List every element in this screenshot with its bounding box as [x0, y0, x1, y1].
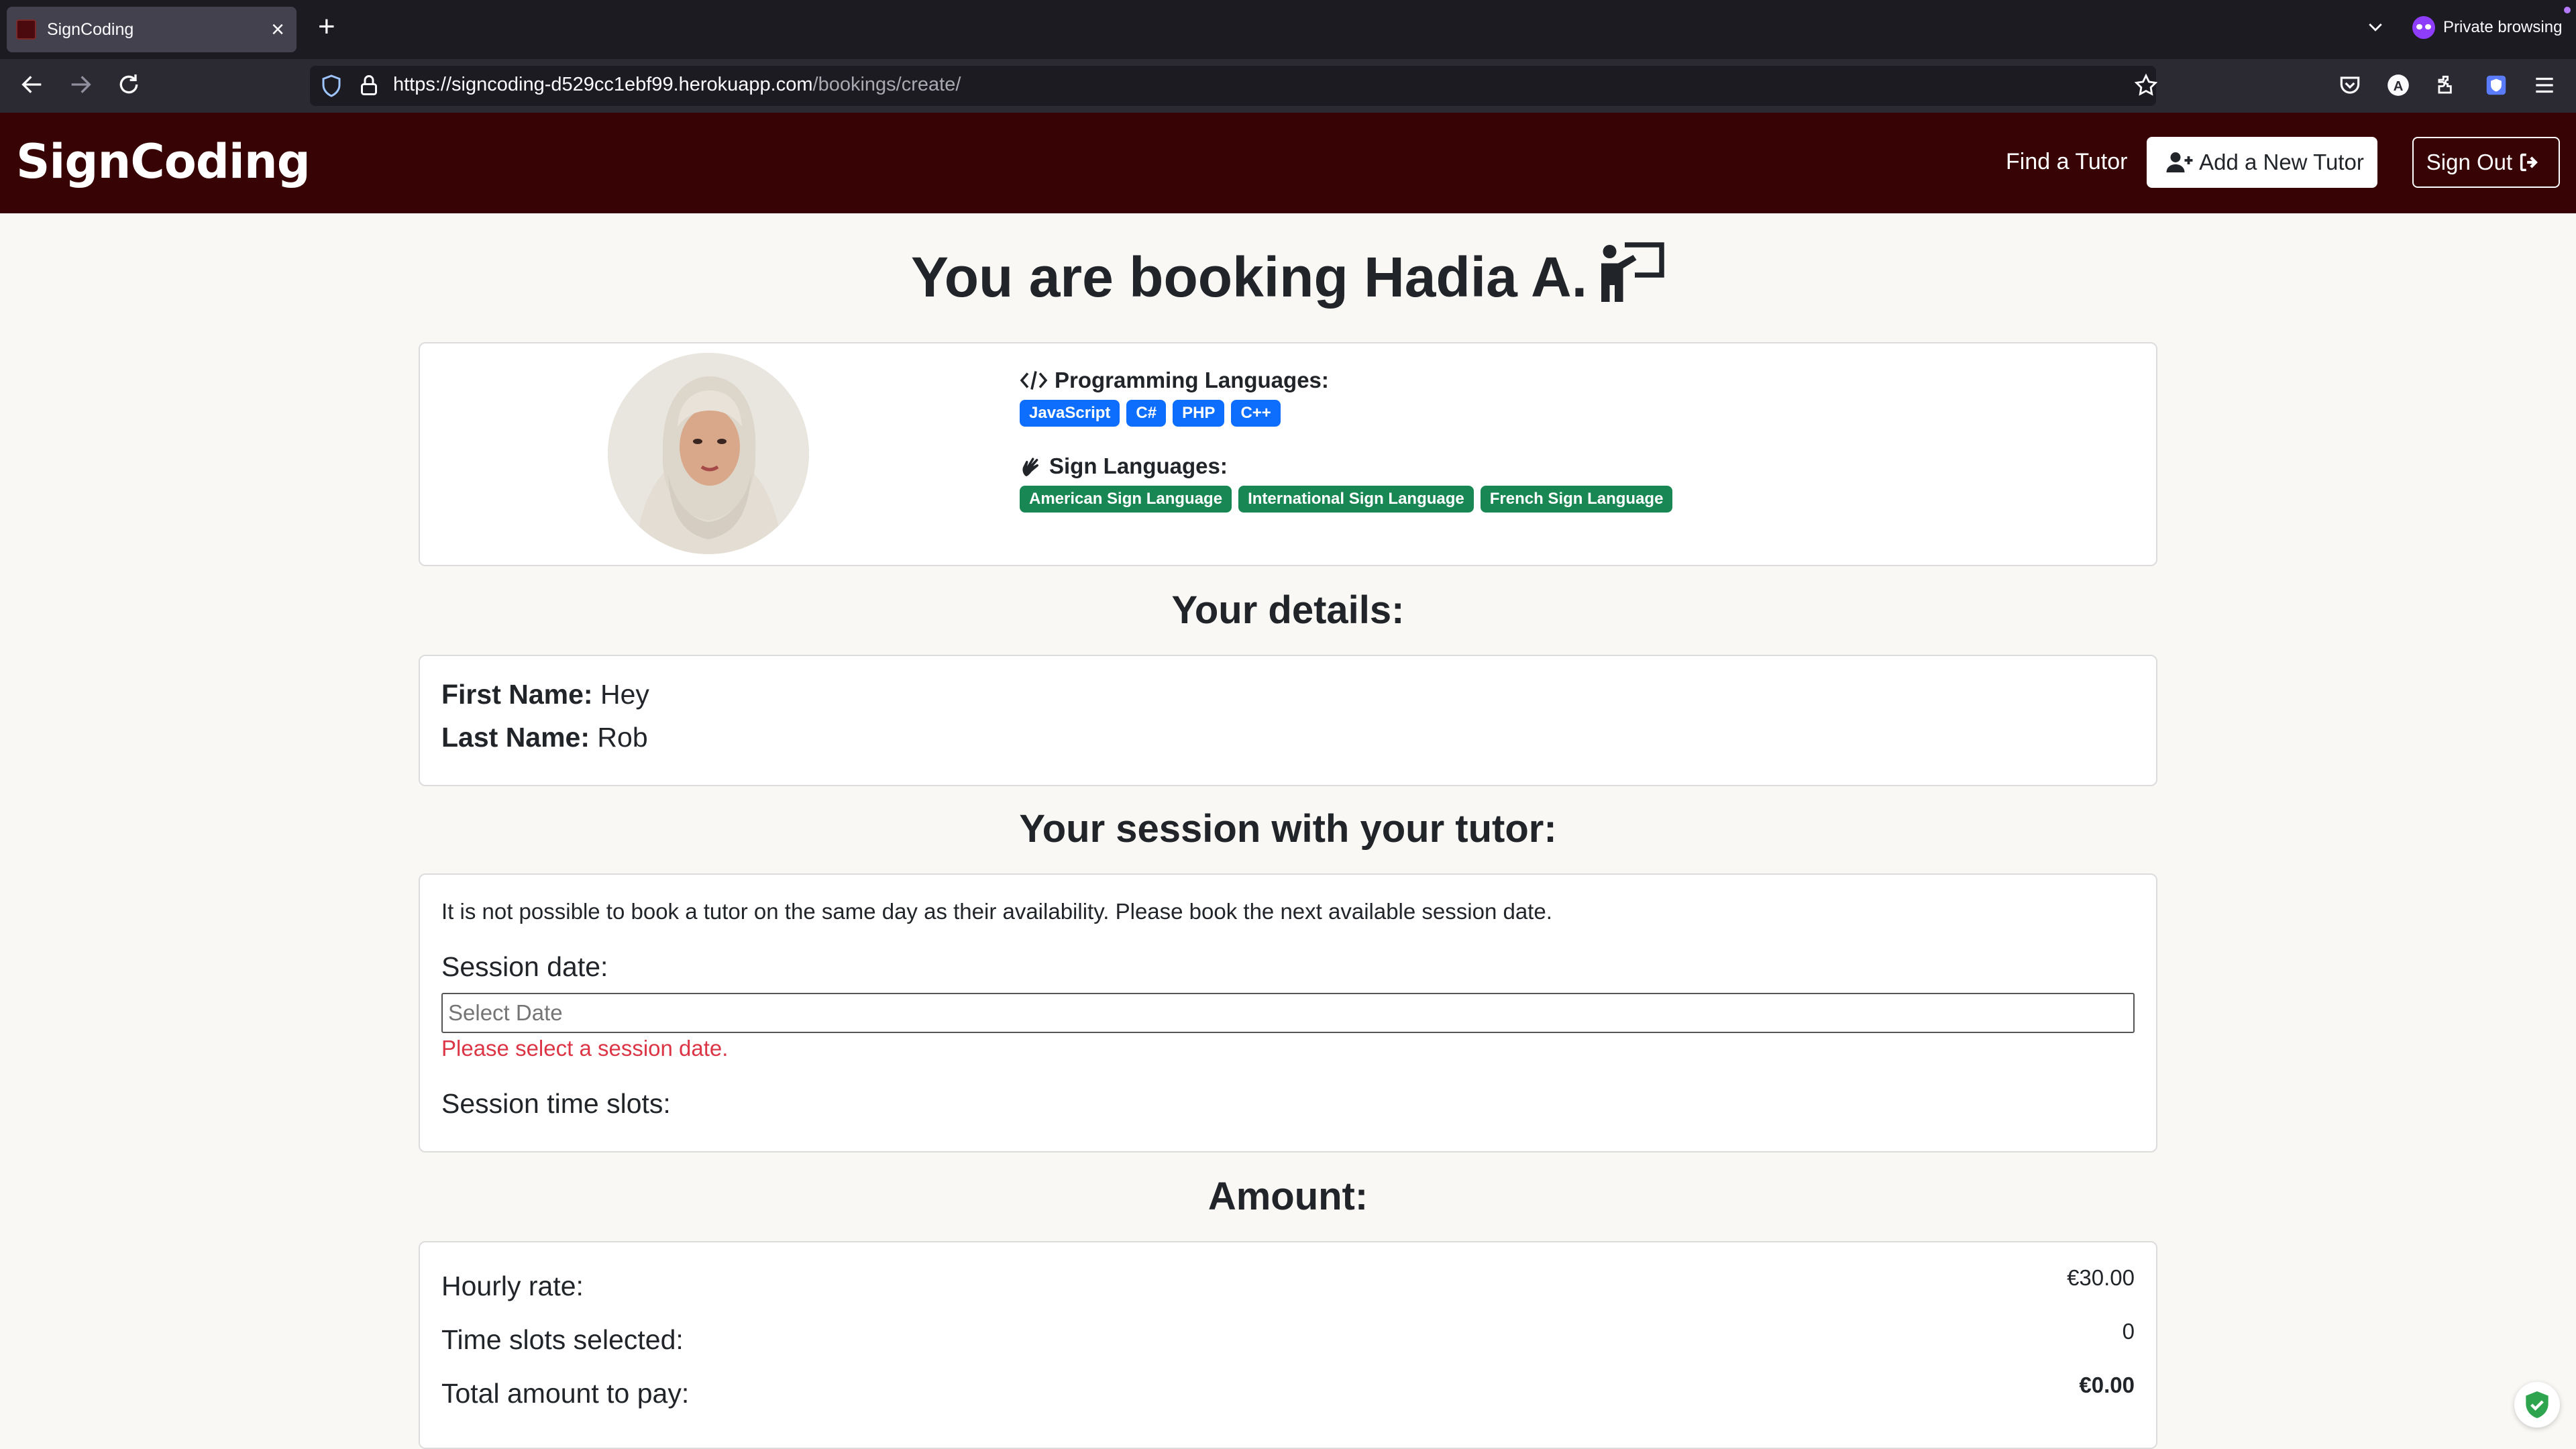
programming-heading-text: Programming Languages:	[1055, 368, 1329, 392]
programming-languages-heading: Programming Languages:	[1020, 368, 1329, 393]
badge-csharp: C#	[1126, 400, 1167, 427]
session-slots-label: Session time slots:	[441, 1088, 671, 1119]
extensions-icon[interactable]	[2434, 72, 2459, 101]
browser-tab-bar: SignCoding × + Private browsing	[0, 0, 2576, 59]
add-tutor-button[interactable]: Add a New Tutor	[2147, 137, 2377, 188]
details-heading: Your details:	[1171, 588, 1405, 632]
hourly-rate-row: Hourly rate: €30.00	[441, 1265, 2135, 1302]
slots-selected-value: 0	[2122, 1319, 2135, 1344]
svg-text:A: A	[2394, 78, 2404, 94]
sign-out-button[interactable]: Sign Out	[2412, 137, 2560, 188]
back-icon[interactable]	[19, 71, 46, 101]
details-card	[419, 655, 2157, 786]
badge-lsf: French Sign Language	[1480, 486, 1673, 513]
sign-language-badges: American Sign Language International Sig…	[1020, 486, 1673, 513]
slots-selected-row: Time slots selected: 0	[441, 1319, 2135, 1356]
brand-logo[interactable]: SignCoding	[16, 134, 311, 189]
last-name-value: Rob	[597, 722, 648, 753]
account-icon[interactable]: A	[2385, 72, 2411, 101]
sign-out-label: Sign Out	[2426, 150, 2513, 174]
amount-heading: Amount:	[1208, 1175, 1368, 1218]
favicon-icon	[16, 19, 36, 40]
notification-dot	[2564, 7, 2571, 13]
page-title-text: You are booking Hadia A.	[910, 246, 1588, 309]
session-date-input[interactable]	[441, 993, 2135, 1033]
new-tab-icon[interactable]: +	[318, 12, 335, 42]
hourly-rate-value: €30.00	[2067, 1265, 2135, 1290]
extension-shield-icon[interactable]	[2483, 72, 2509, 101]
menu-icon[interactable]	[2532, 72, 2557, 101]
find-tutor-link[interactable]: Find a Tutor	[2006, 149, 2127, 175]
sign-heading-text: Sign Languages:	[1049, 453, 1228, 478]
total-row: Total amount to pay: €0.00	[441, 1373, 2135, 1409]
user-plus-icon	[2166, 152, 2193, 172]
shield-icon[interactable]	[319, 74, 343, 101]
first-name-row: First Name: Hey	[441, 679, 649, 710]
url-text: https://signcoding-d529cc1ebf99.herokuap…	[393, 74, 961, 96]
total-label: Total amount to pay:	[441, 1378, 690, 1409]
sign-out-icon	[2520, 153, 2538, 172]
pocket-icon[interactable]	[2337, 72, 2363, 101]
page-title: You are booking Hadia A.	[0, 241, 2576, 310]
tab-title: SignCoding	[47, 19, 134, 39]
badge-javascript: JavaScript	[1020, 400, 1120, 427]
code-icon	[1020, 371, 1048, 390]
session-note: It is not possible to book a tutor on th…	[441, 899, 1552, 924]
slots-selected-label: Time slots selected:	[441, 1324, 684, 1355]
bookmark-star-icon[interactable]	[2133, 72, 2159, 101]
session-date-label: Session date:	[441, 951, 608, 982]
url-host: https://signcoding-d529cc1ebf99.herokuap…	[393, 74, 813, 95]
url-path: /bookings/create/	[812, 74, 961, 95]
private-mask-icon	[2412, 16, 2435, 39]
browser-tab[interactable]: SignCoding ×	[7, 7, 297, 52]
first-name-value: Hey	[600, 679, 649, 710]
chevron-down-icon[interactable]	[2365, 17, 2385, 41]
close-tab-icon[interactable]: ×	[271, 18, 284, 41]
hand-sign-icon	[1022, 458, 1039, 476]
programming-badges: JavaScript C# PHP C++	[1020, 400, 1281, 427]
last-name-row: Last Name: Rob	[441, 722, 648, 753]
badge-cpp: C++	[1231, 400, 1281, 427]
total-value: €0.00	[2079, 1373, 2135, 1397]
tutor-avatar	[608, 353, 809, 554]
reload-icon[interactable]	[115, 71, 142, 101]
first-name-label: First Name:	[441, 679, 593, 710]
last-name-label: Last Name:	[441, 722, 590, 753]
sign-languages-heading: Sign Languages:	[1020, 453, 1228, 479]
lock-icon[interactable]	[357, 72, 381, 101]
session-date-error: Please select a session date.	[441, 1036, 729, 1061]
teacher-icon	[1601, 242, 1664, 302]
private-browsing-indicator: Private browsing	[2412, 16, 2562, 39]
security-shield-icon[interactable]	[2514, 1382, 2560, 1428]
forward-icon[interactable]	[67, 71, 94, 101]
private-label: Private browsing	[2443, 18, 2563, 36]
hourly-rate-label: Hourly rate:	[441, 1271, 584, 1301]
session-heading: Your session with your tutor:	[1019, 807, 1557, 851]
badge-asl: American Sign Language	[1020, 486, 1232, 513]
badge-isl: International Sign Language	[1238, 486, 1474, 513]
badge-php: PHP	[1173, 400, 1225, 427]
add-tutor-label: Add a New Tutor	[2199, 150, 2364, 174]
